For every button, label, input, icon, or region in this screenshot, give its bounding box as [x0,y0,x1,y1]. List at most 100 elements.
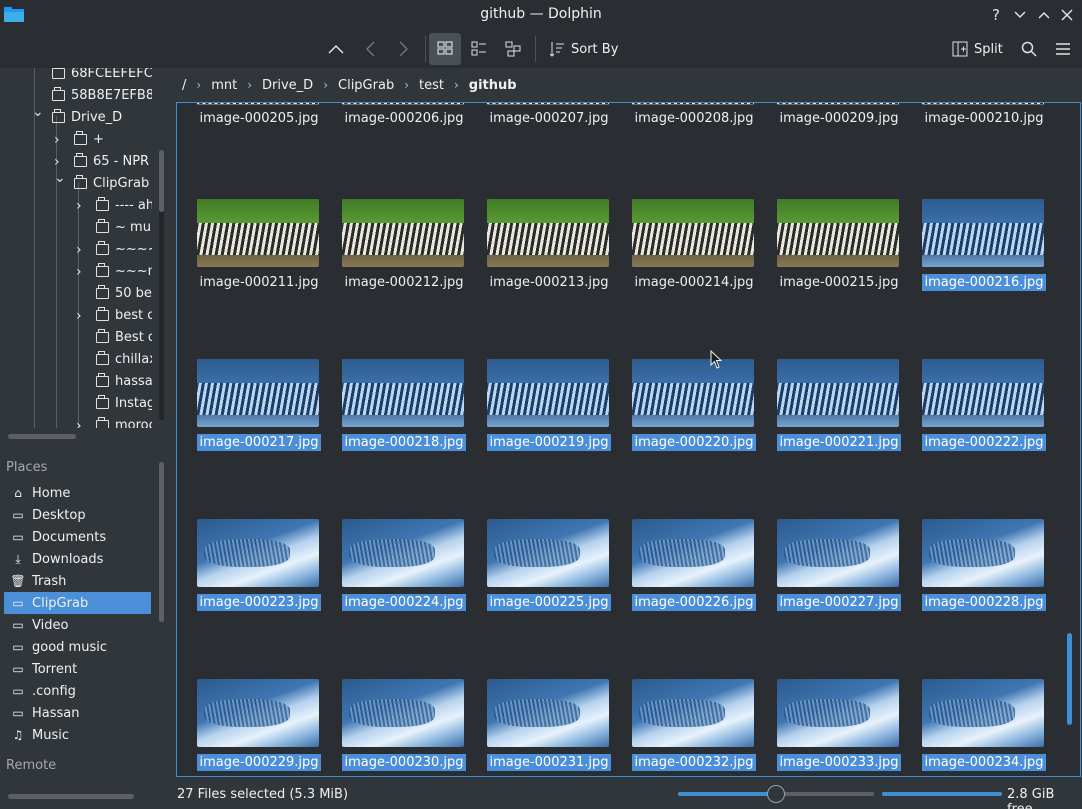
breadcrumb-root[interactable]: / [182,78,186,93]
tree-item-drive-d[interactable]: Drive_D [52,106,122,128]
folder-icon: ▭ [12,706,24,720]
file-name-label: image-000209.jpg [774,111,904,126]
places-item-torrent[interactable]: ▭ Torrent [4,658,151,680]
tree-item-clipgrab[interactable]: ClipGrab [74,172,149,194]
breadcrumb-mnt[interactable]: mnt [211,78,237,93]
breadcrumb-current[interactable]: github [469,78,517,93]
places-item-config[interactable]: ▭ .config [4,680,151,702]
file-name-label: image-000232.jpg [629,754,759,771]
hamburger-menu-button[interactable] [1049,33,1077,65]
image-thumbnail [197,679,319,747]
file-name-text: image-000214.jpg [634,275,754,290]
file-name-text: image-000218.jpg [342,434,466,451]
forward-button[interactable] [390,33,418,65]
expand-arrow-down-icon[interactable]: ⌄ [32,104,44,120]
folder-icon [52,86,65,101]
folder-icon: ▭ [12,684,24,698]
back-button[interactable] [356,33,384,65]
folder-tree-scrollbar-thumb[interactable] [159,150,164,212]
zoom-slider-handle[interactable] [767,785,785,803]
file-icons-view[interactable]: image-000205.jpg image-000206.jpg image-00… [176,102,1081,777]
places-item-good-music[interactable]: ▭ good music [4,636,151,658]
image-thumbnail [777,679,899,747]
folder-icon [96,284,109,299]
file-name-label: image-000207.jpg [484,111,614,126]
file-name-text: image-000228.jpg [922,594,1046,611]
sort-icon [549,42,564,57]
places-item-hassan[interactable]: ▭ Hassan [4,702,151,724]
places-item-downloads[interactable]: ⤓ Downloads [4,548,151,570]
remote-header: Remote [6,758,57,773]
tree-item-ma[interactable]: ~~~ma [96,260,152,282]
close-button[interactable] [1056,4,1078,26]
expand-arrow-down-icon[interactable]: ⌄ [54,170,66,186]
tree-item-58b8e7efb8e[interactable]: 58B8E7EFB8E [52,84,152,106]
tree-item-label: Instag [115,395,152,411]
tree-item-chillax[interactable]: chillax [96,348,152,370]
places-item-home[interactable]: ⌂ Home [4,482,151,504]
search-button[interactable] [1015,33,1043,65]
tree-item-best-o[interactable]: best o [96,304,152,326]
breadcrumb-test[interactable]: test [419,78,444,93]
expand-arrow-right-icon[interactable]: › [76,242,82,258]
folder-icon [96,372,109,387]
maximize-button[interactable] [1033,4,1055,26]
tree-item-item[interactable]: ~~~~~ [96,238,152,260]
folder-icon [74,130,87,145]
places-item-label: Video [32,617,69,633]
expand-arrow-right-icon[interactable]: › [54,132,60,148]
tree-item-label: hassan [115,373,152,389]
breadcrumb: / › mnt › Drive_D › ClipGrab › test › gi… [168,68,1082,102]
tree-item-best-o[interactable]: Best o [96,326,152,348]
places-item-music[interactable]: ♫ Music [4,724,151,746]
arrow-right-icon [399,41,409,57]
folder-icon [96,416,109,428]
tree-item-instag[interactable]: Instag [96,392,152,414]
file-name-text: image-000206.jpg [344,111,464,126]
tree-item-item[interactable]: + [74,128,104,150]
expand-arrow-right-icon[interactable]: › [76,264,82,280]
tree-item-65-npr[interactable]: 65 - NPR [74,150,149,172]
places-scrollbar-thumb[interactable] [159,462,164,622]
tree-item-moroc[interactable]: moroc [96,414,152,428]
tree-item-aha[interactable]: ---- aha [96,194,152,216]
places-item-clipgrab[interactable]: ▭ ClipGrab [4,592,151,614]
icons-view-button[interactable] [429,33,461,65]
file-name-label: image-000219.jpg [484,434,614,451]
places-item-label: Documents [32,529,107,545]
places-item-trash[interactable]: 🗑 Trash [4,570,151,592]
expand-arrow-right-icon[interactable]: › [76,198,82,214]
folder-icon [96,394,109,409]
details-view-button[interactable] [498,33,528,65]
free-space-bar[interactable] [882,792,1002,796]
split-button[interactable]: Split [948,33,1008,65]
tree-item-hassan[interactable]: hassan [96,370,152,392]
places-item-desktop[interactable]: ▭ Desktop [4,504,151,526]
go-up-button[interactable] [322,33,350,65]
places-item-video[interactable]: ▭ Video [4,614,151,636]
file-name-label: image-000231.jpg [484,754,614,771]
image-thumbnail [487,519,609,587]
sort-by-button[interactable]: Sort By [545,33,625,65]
compact-view-button[interactable] [464,33,494,65]
file-view-scrollbar-thumb[interactable] [1067,633,1072,725]
help-button[interactable]: ? [985,4,1007,26]
file-name-label: image-000226.jpg [629,594,759,611]
file-name-label: image-000220.jpg [629,434,759,451]
tree-item-50-bes[interactable]: 50 bes [96,282,152,304]
file-name-label: image-000213.jpg [484,275,614,290]
places-item-documents[interactable]: ▭ Documents [4,526,151,548]
expand-arrow-right-icon[interactable]: › [54,154,60,170]
breadcrumb-drive-d[interactable]: Drive_D [262,78,313,93]
folder-tree-hscrollbar[interactable] [8,434,76,439]
expand-arrow-right-icon[interactable]: › [76,418,82,428]
file-name-label: image-000230.jpg [339,754,469,771]
minimize-button[interactable] [1009,4,1031,26]
breadcrumb-clipgrab[interactable]: ClipGrab [338,78,394,93]
file-name-text: image-000212.jpg [344,275,464,290]
tree-item-mup[interactable]: ~ mup [96,216,152,238]
expand-arrow-right-icon[interactable]: › [76,308,82,324]
file-name-label: image-000221.jpg [774,434,904,451]
file-name-label: image-000216.jpg [919,274,1049,291]
tree-item-68fceefefce[interactable]: 68FCEEFEFCE [52,68,152,84]
